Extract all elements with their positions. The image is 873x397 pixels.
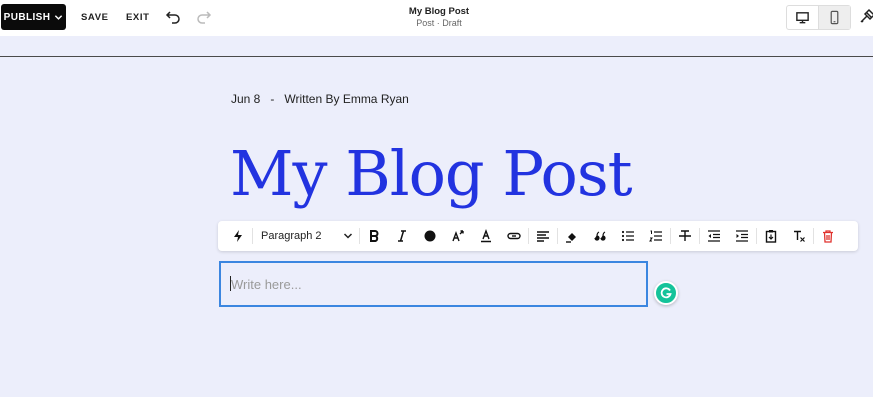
text-caret — [230, 276, 231, 291]
undo-icon[interactable] — [165, 9, 181, 25]
bold-button[interactable] — [360, 221, 388, 251]
grammarly-icon[interactable] — [654, 281, 678, 305]
chevron-down-icon — [343, 233, 353, 239]
align-button[interactable] — [529, 221, 557, 251]
device-toggle — [786, 5, 851, 30]
highlight-icon — [566, 233, 576, 243]
lightning-icon — [234, 230, 242, 242]
clear-format-icon — [794, 230, 805, 242]
text-style-button[interactable] — [472, 221, 500, 251]
mobile-view-button[interactable] — [818, 6, 850, 29]
post-meta: Jun 8 - Written By Emma Ryan — [231, 92, 409, 106]
outdent-button[interactable] — [700, 221, 728, 251]
blockquote-button[interactable] — [586, 221, 614, 251]
block-style-value: Paragraph 2 — [261, 230, 322, 242]
paste-icon — [765, 230, 777, 243]
clear-format-button[interactable] — [785, 221, 813, 251]
numbered-list-icon — [649, 230, 662, 242]
block-style-select[interactable]: Paragraph 2 — [253, 221, 359, 251]
outdent-icon — [708, 230, 720, 242]
italic-button[interactable] — [388, 221, 416, 251]
exit-button[interactable]: EXIT — [126, 12, 150, 23]
top-bar: PUBLISH SAVE EXIT My Blog Post Post · Dr… — [0, 0, 873, 36]
bulleted-list-button[interactable] — [614, 221, 642, 251]
align-left-icon — [537, 231, 549, 242]
bold-icon — [370, 230, 379, 242]
write-here-input[interactable] — [219, 261, 648, 307]
desktop-view-button[interactable] — [787, 6, 818, 29]
quick-actions-button[interactable] — [224, 221, 252, 251]
italic-icon — [398, 230, 406, 242]
link-button[interactable] — [500, 221, 528, 251]
indent-icon — [736, 230, 748, 242]
paste-button[interactable] — [757, 221, 785, 251]
publish-label: PUBLISH — [3, 11, 51, 23]
superscript-button[interactable] — [444, 221, 472, 251]
desktop-icon — [796, 12, 810, 24]
grammarly-g-icon — [660, 287, 672, 299]
indent-button[interactable] — [728, 221, 756, 251]
document-title: My Blog Post — [408, 6, 470, 17]
document-status: Post · Draft — [416, 18, 462, 28]
strikethrough-icon — [679, 230, 691, 241]
link-icon — [507, 232, 521, 240]
text-color-button[interactable] — [416, 221, 444, 251]
superscript-icon — [452, 230, 464, 242]
document-heading: My Blog Post Post · Draft — [339, 6, 539, 29]
publish-button[interactable]: PUBLISH — [1, 4, 66, 30]
mobile-icon — [830, 10, 839, 25]
header-divider — [0, 56, 873, 57]
numbered-list-button[interactable] — [642, 221, 670, 251]
text-color-icon — [424, 230, 436, 242]
trash-icon — [823, 230, 833, 243]
strikethrough-color-icon — [481, 229, 491, 243]
blockquote-icon — [594, 231, 606, 241]
save-button[interactable]: SAVE — [81, 12, 109, 23]
redo-icon[interactable] — [196, 9, 212, 25]
post-title[interactable]: My Blog Post — [230, 134, 633, 214]
strikethrough-button[interactable] — [671, 221, 699, 251]
bulleted-list-icon — [621, 230, 634, 242]
chevron-down-icon — [55, 14, 63, 20]
format-toolbar: Paragraph 2 — [218, 221, 858, 251]
delete-block-button[interactable] — [814, 221, 842, 251]
paintbrush-icon[interactable] — [858, 8, 873, 26]
highlight-button[interactable] — [558, 221, 586, 251]
